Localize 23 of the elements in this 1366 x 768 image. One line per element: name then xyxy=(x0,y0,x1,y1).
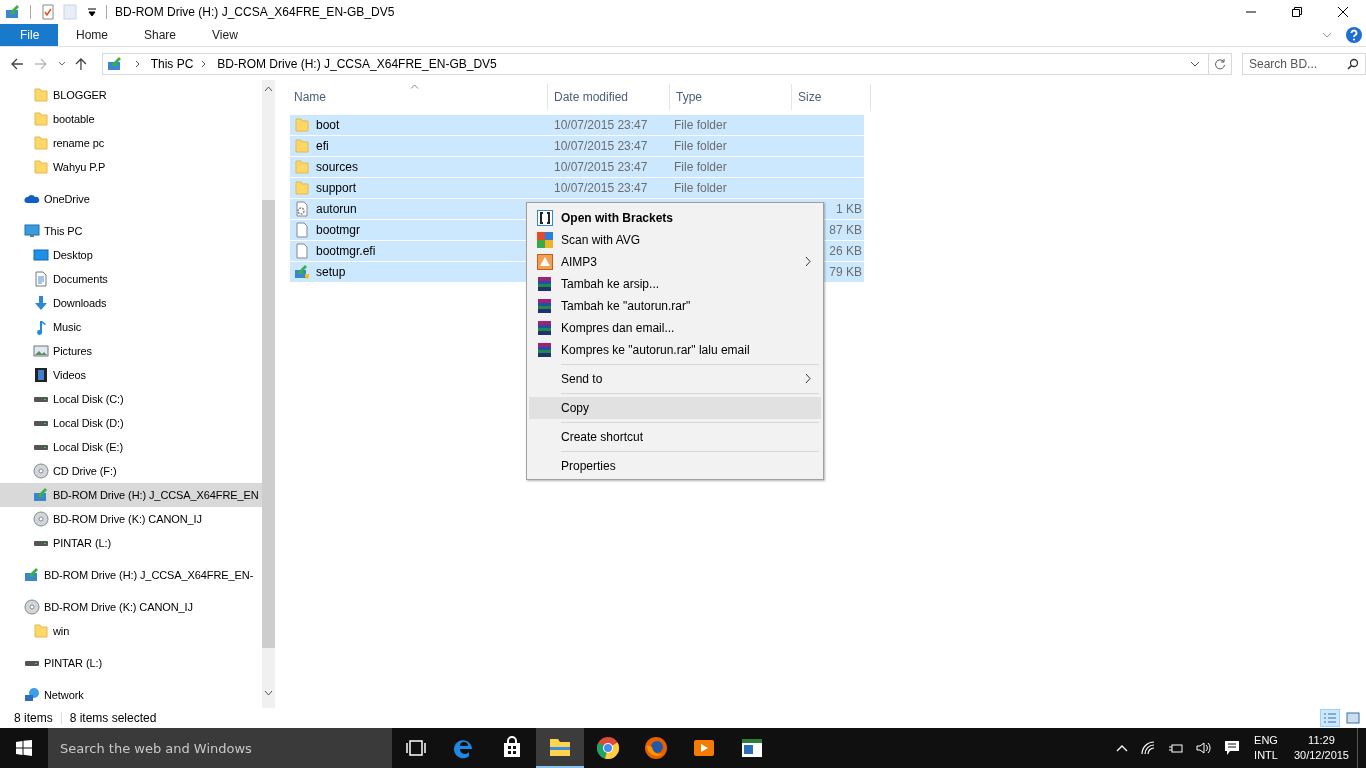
file-name: autorun xyxy=(316,202,357,216)
date-modified: 10/07/2015 23:47 xyxy=(554,118,648,132)
file-type: File folder xyxy=(674,160,727,174)
file-name: setup xyxy=(316,265,346,279)
file-size: 1 KB xyxy=(836,202,862,216)
file-name: bootmgr.efi xyxy=(316,244,376,258)
date-modified: 10/07/2015 23:47 xyxy=(554,160,648,174)
file-type: File folder xyxy=(674,181,727,195)
file-name: sources xyxy=(316,160,359,174)
file-name: efi xyxy=(316,139,329,153)
date-modified: 10/07/2015 23:47 xyxy=(554,139,648,153)
window-title: BD-ROM Drive (H:) J_CCSA_X64FRE_EN-GB_DV5 xyxy=(115,5,395,19)
file-name: boot xyxy=(316,118,340,132)
date-modified: 10/07/2015 23:47 xyxy=(554,181,648,195)
item-count: 8 items xyxy=(14,711,53,725)
file-type: File folder xyxy=(674,118,727,132)
file-name: support xyxy=(316,181,357,195)
file-size: 79 KB xyxy=(829,265,862,279)
file-size: 87 KB xyxy=(829,223,862,237)
file-size: 26 KB xyxy=(829,244,862,258)
file-name: bootmgr xyxy=(316,223,361,237)
selection-count: 8 items selected xyxy=(69,711,157,725)
file-type: File folder xyxy=(674,139,727,153)
